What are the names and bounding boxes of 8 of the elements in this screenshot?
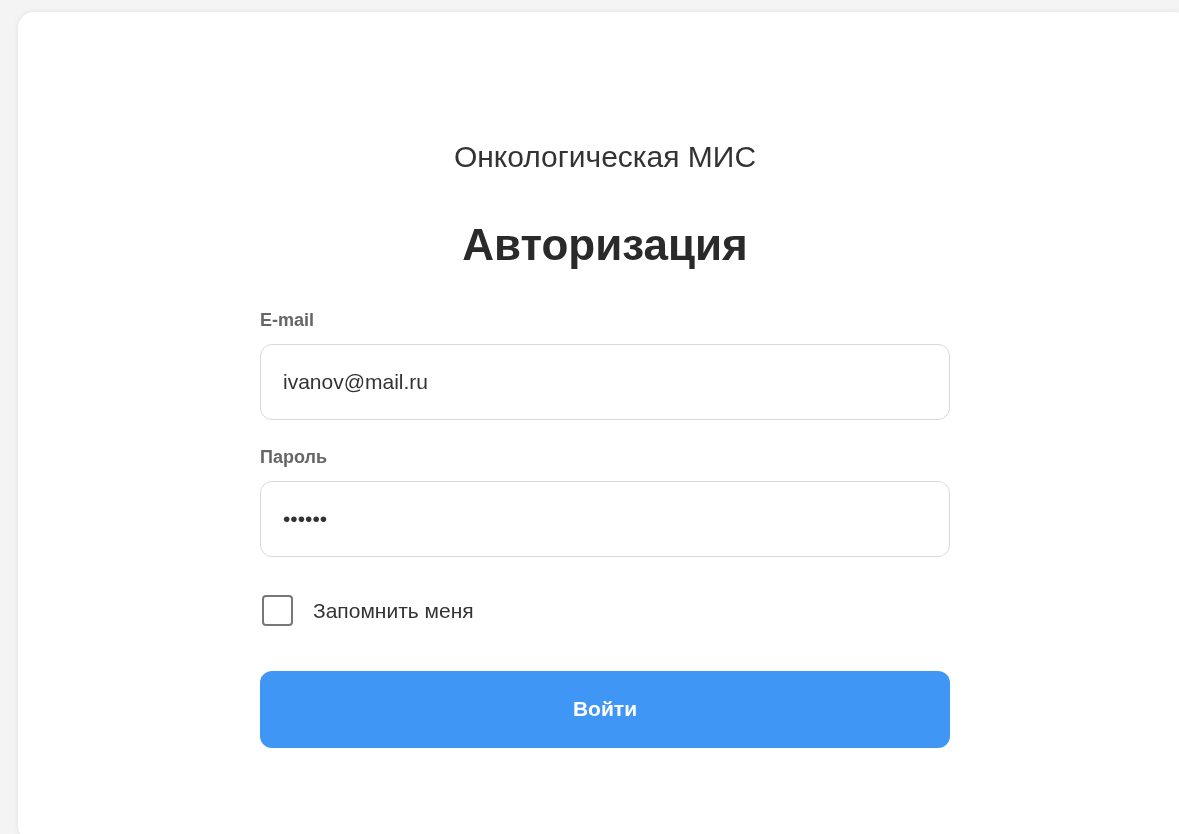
field-label: Пароль bbox=[260, 446, 328, 469]
input-field[interactable]: ivanov@mail.ru bbox=[260, 344, 950, 420]
field-label: E-mail bbox=[260, 309, 316, 332]
app-title: Онкологическая МИС bbox=[452, 139, 758, 175]
input-field[interactable]: •••••• bbox=[260, 481, 950, 557]
page-heading: Авторизация bbox=[461, 223, 749, 267]
checkbox[interactable] bbox=[262, 595, 293, 627]
checkbox-label: Запомнить меня bbox=[313, 598, 474, 624]
